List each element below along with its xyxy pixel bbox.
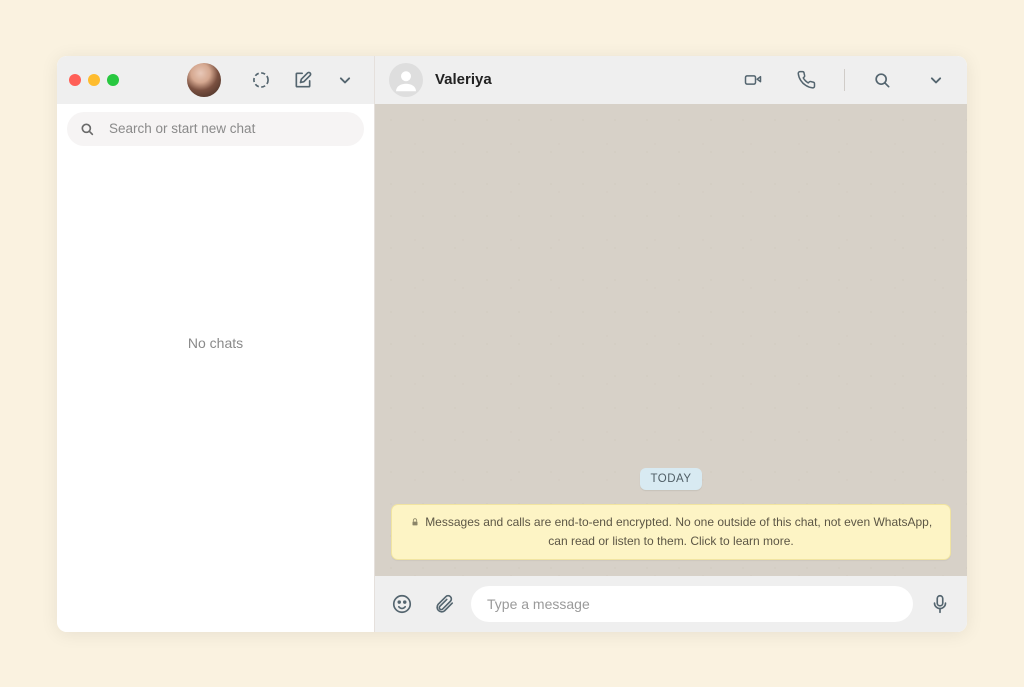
- lock-icon: [410, 517, 420, 527]
- encryption-notice-text: Messages and calls are end-to-end encryp…: [425, 515, 932, 548]
- search-bar: [57, 104, 374, 154]
- separator: [844, 69, 845, 91]
- person-icon: [391, 65, 421, 95]
- compose-icon: [293, 70, 313, 90]
- window-controls: [69, 74, 119, 86]
- smiley-icon: [391, 593, 413, 615]
- chat-body: TODAY Messages and calls are end-to-end …: [375, 104, 967, 576]
- sidebar: No chats: [57, 56, 375, 632]
- microphone-icon: [929, 593, 951, 615]
- video-icon: [743, 70, 763, 90]
- search-icon: [79, 121, 95, 137]
- menu-button[interactable]: [328, 63, 362, 97]
- compose-bar: [375, 576, 967, 632]
- chat-header: Valeriya: [375, 56, 967, 104]
- chevron-down-icon: [926, 70, 946, 90]
- search-in-chat-button[interactable]: [865, 63, 899, 97]
- user-avatar[interactable]: [187, 63, 221, 97]
- attach-button[interactable]: [429, 589, 459, 619]
- message-input[interactable]: [471, 586, 913, 622]
- chevron-down-icon: [335, 70, 355, 90]
- chat-header-actions: [736, 63, 953, 97]
- status-button[interactable]: [244, 63, 278, 97]
- phone-icon: [797, 70, 817, 90]
- fullscreen-window-button[interactable]: [107, 74, 119, 86]
- video-call-button[interactable]: [736, 63, 770, 97]
- search-icon: [872, 70, 892, 90]
- sidebar-header: [57, 56, 374, 104]
- conversation-pane: Valeriya: [375, 56, 967, 632]
- search-field-wrap[interactable]: [67, 112, 364, 146]
- date-separator: TODAY: [640, 468, 701, 490]
- chat-menu-button[interactable]: [919, 63, 953, 97]
- new-chat-button[interactable]: [286, 63, 320, 97]
- emoji-button[interactable]: [387, 589, 417, 619]
- chat-list: No chats: [57, 154, 374, 632]
- encryption-notice[interactable]: Messages and calls are end-to-end encryp…: [391, 504, 951, 559]
- search-input[interactable]: [109, 121, 352, 136]
- status-circle-icon: [251, 70, 271, 90]
- contact-name[interactable]: Valeriya: [435, 71, 492, 88]
- minimize-window-button[interactable]: [88, 74, 100, 86]
- voice-call-button[interactable]: [790, 63, 824, 97]
- chat-list-empty-state: No chats: [188, 335, 243, 351]
- contact-avatar[interactable]: [389, 63, 423, 97]
- close-window-button[interactable]: [69, 74, 81, 86]
- voice-message-button[interactable]: [925, 589, 955, 619]
- app-window: No chats Valeriya: [57, 56, 967, 632]
- paperclip-icon: [433, 593, 455, 615]
